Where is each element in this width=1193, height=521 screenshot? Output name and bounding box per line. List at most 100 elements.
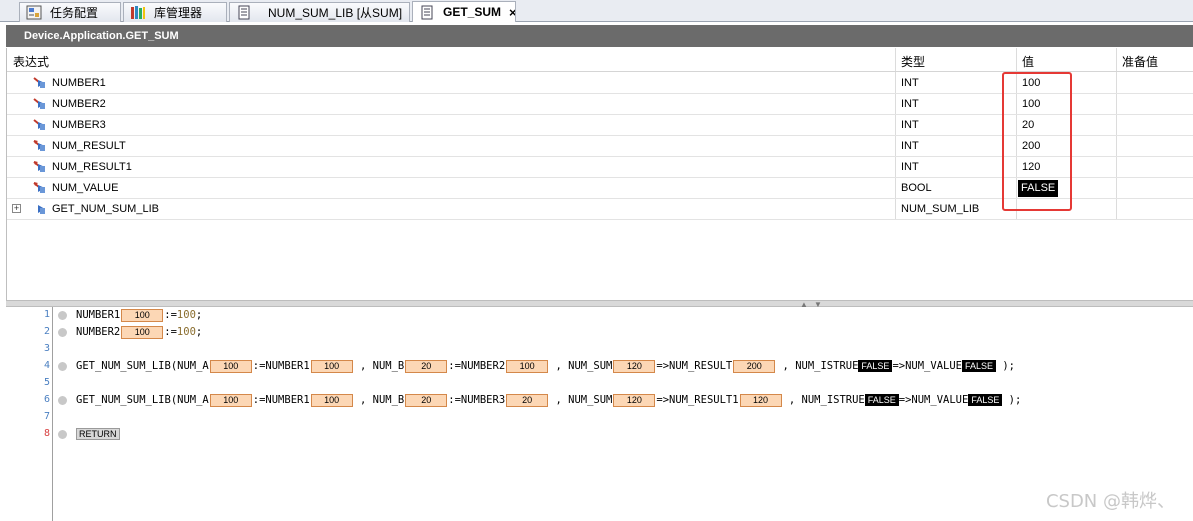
tab-label: GET_SUM <box>443 5 502 19</box>
line-number: 7 <box>43 411 50 422</box>
tab-label: 库管理器 <box>154 6 203 20</box>
expression-cell: NUMBER2 <box>52 98 106 110</box>
code-token: :=NUMBER3 <box>448 394 506 406</box>
line-number: 3 <box>43 343 50 354</box>
code-literal: 100 <box>176 326 196 338</box>
breakpoint-marker[interactable] <box>58 430 67 439</box>
breakpoint-marker[interactable] <box>58 311 67 320</box>
panel-splitter[interactable]: ▲ ▼ <box>6 300 1193 309</box>
type-cell: NUM_SUM_LIB <box>901 203 980 215</box>
watermark: CSDN @韩烨、 <box>1045 491 1175 512</box>
inline-value: 100 <box>506 359 549 373</box>
output-variable-icon <box>33 161 45 172</box>
inline-value: 100 <box>209 359 252 373</box>
column-header-prepared-value[interactable]: 准备值 <box>1122 53 1158 70</box>
instance-variable-icon <box>38 205 45 214</box>
breakpoint-marker[interactable] <box>58 328 67 337</box>
expression-cell: NUM_VALUE <box>52 182 119 194</box>
type-cell: INT <box>901 119 919 131</box>
type-cell: INT <box>901 77 919 89</box>
type-cell: INT <box>901 98 919 110</box>
code-line[interactable]: GET_NUM_SUM_LIB(NUM_A 100 :=NUMBER1 100 … <box>76 392 1021 408</box>
code-line[interactable]: GET_NUM_SUM_LIB(NUM_A 100 :=NUMBER1 100 … <box>76 358 1015 374</box>
inline-value: 120 <box>613 359 656 373</box>
code-token: := <box>164 309 177 321</box>
inline-value: 120 <box>613 393 656 407</box>
inline-value: 200 <box>733 359 776 373</box>
line-number: 1 <box>43 309 50 320</box>
inline-value: 100 <box>310 359 353 373</box>
input-variable-icon <box>33 119 45 130</box>
type-cell: INT <box>901 140 919 152</box>
column-header-type[interactable]: 类型 <box>901 53 925 70</box>
input-variable-icon <box>33 77 45 88</box>
tab-task-config[interactable]: 任务配置 <box>19 2 121 22</box>
tab-get-sum[interactable]: GET_SUM × <box>412 1 516 22</box>
library-manager-icon <box>131 6 145 19</box>
code-line[interactable]: RETURN <box>76 426 120 442</box>
code-token: , NUM_ISTRUE <box>776 360 859 372</box>
table-header: 表达式 类型 值 准备值 <box>7 48 1193 72</box>
inline-bool-value: FALSE <box>858 360 893 372</box>
document-icon <box>421 5 433 19</box>
inline-bool-value: FALSE <box>961 360 996 372</box>
return-keyword: RETURN <box>76 428 120 440</box>
code-token: ; <box>195 309 203 321</box>
document-icon <box>238 5 250 20</box>
line-number-gutter: 1 2 3 4 5 6 7 8 <box>6 307 53 521</box>
column-header-value[interactable]: 值 <box>1022 53 1034 70</box>
inline-value: 100 <box>121 308 164 322</box>
tab-num-sum-lib[interactable]: NUM_SUM_LIB [从SUM] <box>229 2 410 22</box>
code-token: NUMBER2 <box>76 326 121 338</box>
type-cell: INT <box>901 161 919 173</box>
inline-value: 20 <box>405 393 448 407</box>
editor-tab-bar: 任务配置 库管理器 NUM_SUM_LIB [从SUM] GET_SUM × <box>0 0 1193 22</box>
watch-table: 表达式 类型 值 准备值 NUMBER1 INT 100 NUMBER2 INT… <box>6 48 1193 300</box>
inline-value: 120 <box>739 393 782 407</box>
tab-label: NUM_SUM_LIB [从SUM] <box>268 6 403 20</box>
tab-label: 任务配置 <box>50 6 99 20</box>
type-cell: BOOL <box>901 182 932 194</box>
breakpoint-marker[interactable] <box>58 396 67 405</box>
output-variable-icon <box>33 182 45 193</box>
code-token: :=NUMBER2 <box>448 360 506 372</box>
pou-title-bar: Device.Application.GET_SUM <box>6 25 1193 47</box>
inline-bool-value: FALSE <box>864 394 899 406</box>
code-token: =>NUM_RESULT <box>656 360 733 372</box>
expression-cell: NUM_RESULT1 <box>52 161 132 173</box>
code-token: =>NUM_VALUE <box>898 394 969 406</box>
code-literal: 100 <box>176 309 196 321</box>
code-token: ); <box>996 360 1015 372</box>
line-number: 6 <box>43 394 50 405</box>
code-token: :=NUMBER1 <box>252 394 310 406</box>
expression-cell: NUMBER1 <box>52 77 106 89</box>
line-number: 5 <box>43 377 50 388</box>
inline-bool-value: FALSE <box>968 394 1003 406</box>
column-header-expression[interactable]: 表达式 <box>13 53 49 70</box>
code-token: NUMBER1 <box>76 309 121 321</box>
code-editor[interactable]: 1 2 3 4 5 6 7 8 NUMBER1 100 := 100 ; NUM… <box>6 307 1193 521</box>
inline-value: 20 <box>405 359 448 373</box>
close-icon[interactable]: × <box>509 5 515 20</box>
highlight-box <box>1002 72 1072 211</box>
input-variable-icon <box>33 98 45 109</box>
expression-cell: NUMBER3 <box>52 119 106 131</box>
code-line[interactable]: NUMBER1 100 := 100 ; <box>76 307 202 323</box>
expand-icon[interactable]: + <box>12 204 21 213</box>
line-number: 2 <box>43 326 50 337</box>
expression-cell: NUM_RESULT <box>52 140 126 152</box>
line-number: 8 <box>43 428 50 439</box>
line-number: 4 <box>43 360 50 371</box>
breakpoint-marker[interactable] <box>58 362 67 371</box>
code-token: , NUM_SUM <box>549 394 613 406</box>
code-line[interactable]: NUMBER2 100 := 100 ; <box>76 324 202 340</box>
ide-window: 任务配置 库管理器 NUM_SUM_LIB [从SUM] GET_SUM × D… <box>0 0 1193 521</box>
tab-library-manager[interactable]: 库管理器 <box>123 2 227 22</box>
inline-value: 100 <box>310 393 353 407</box>
code-token: , NUM_SUM <box>549 360 613 372</box>
code-token: , NUM_B <box>353 394 405 406</box>
code-token: := <box>164 326 177 338</box>
code-token: :=NUMBER1 <box>252 360 310 372</box>
code-token: ); <box>1002 394 1022 406</box>
page-title: Device.Application.GET_SUM <box>24 30 179 42</box>
